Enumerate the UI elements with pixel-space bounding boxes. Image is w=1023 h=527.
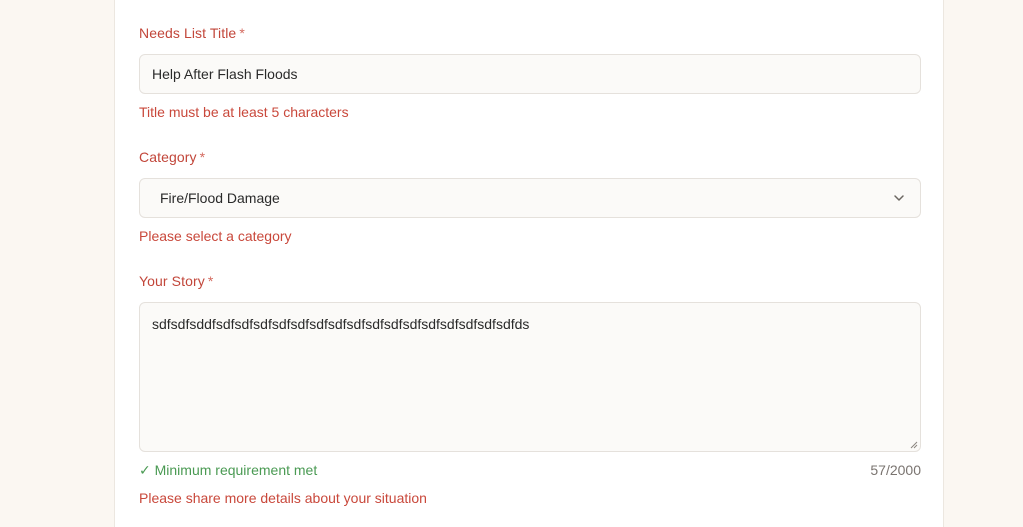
title-error: Title must be at least 5 characters [139,104,349,120]
story-char-counter: 57/2000 [870,462,921,478]
story-label-text: Your Story [139,273,205,289]
title-input[interactable] [139,54,921,94]
category-error: Please select a category [139,228,292,244]
story-error: Please share more details about your sit… [139,490,427,506]
chevron-down-icon [894,195,904,201]
title-label: Needs List Title * [139,25,245,41]
title-label-text: Needs List Title [139,25,237,41]
required-asterisk: * [199,149,206,165]
story-textarea[interactable]: sdfsdfsddfsdfsdfsdfsdfsdfsdfsdfsdfsdfsdf… [139,302,921,452]
category-select[interactable]: Fire/Flood Damage [139,178,921,218]
required-asterisk: * [239,25,245,41]
story-label: Your Story * [139,273,213,289]
resize-handle-icon[interactable] [909,440,918,449]
story-success-status: ✓ Minimum requirement met [139,462,318,478]
category-label-text: Category [139,149,197,165]
category-label: Category * [139,149,205,165]
story-text: sdfsdfsddfsdfsdfsdfsdfsdfsdfsdfsdfsdfsdf… [152,316,530,332]
category-selected-value: Fire/Flood Damage [160,190,280,206]
page: Needs List Title* Title must be at least… [0,0,1023,527]
required-asterisk: * [207,273,214,289]
